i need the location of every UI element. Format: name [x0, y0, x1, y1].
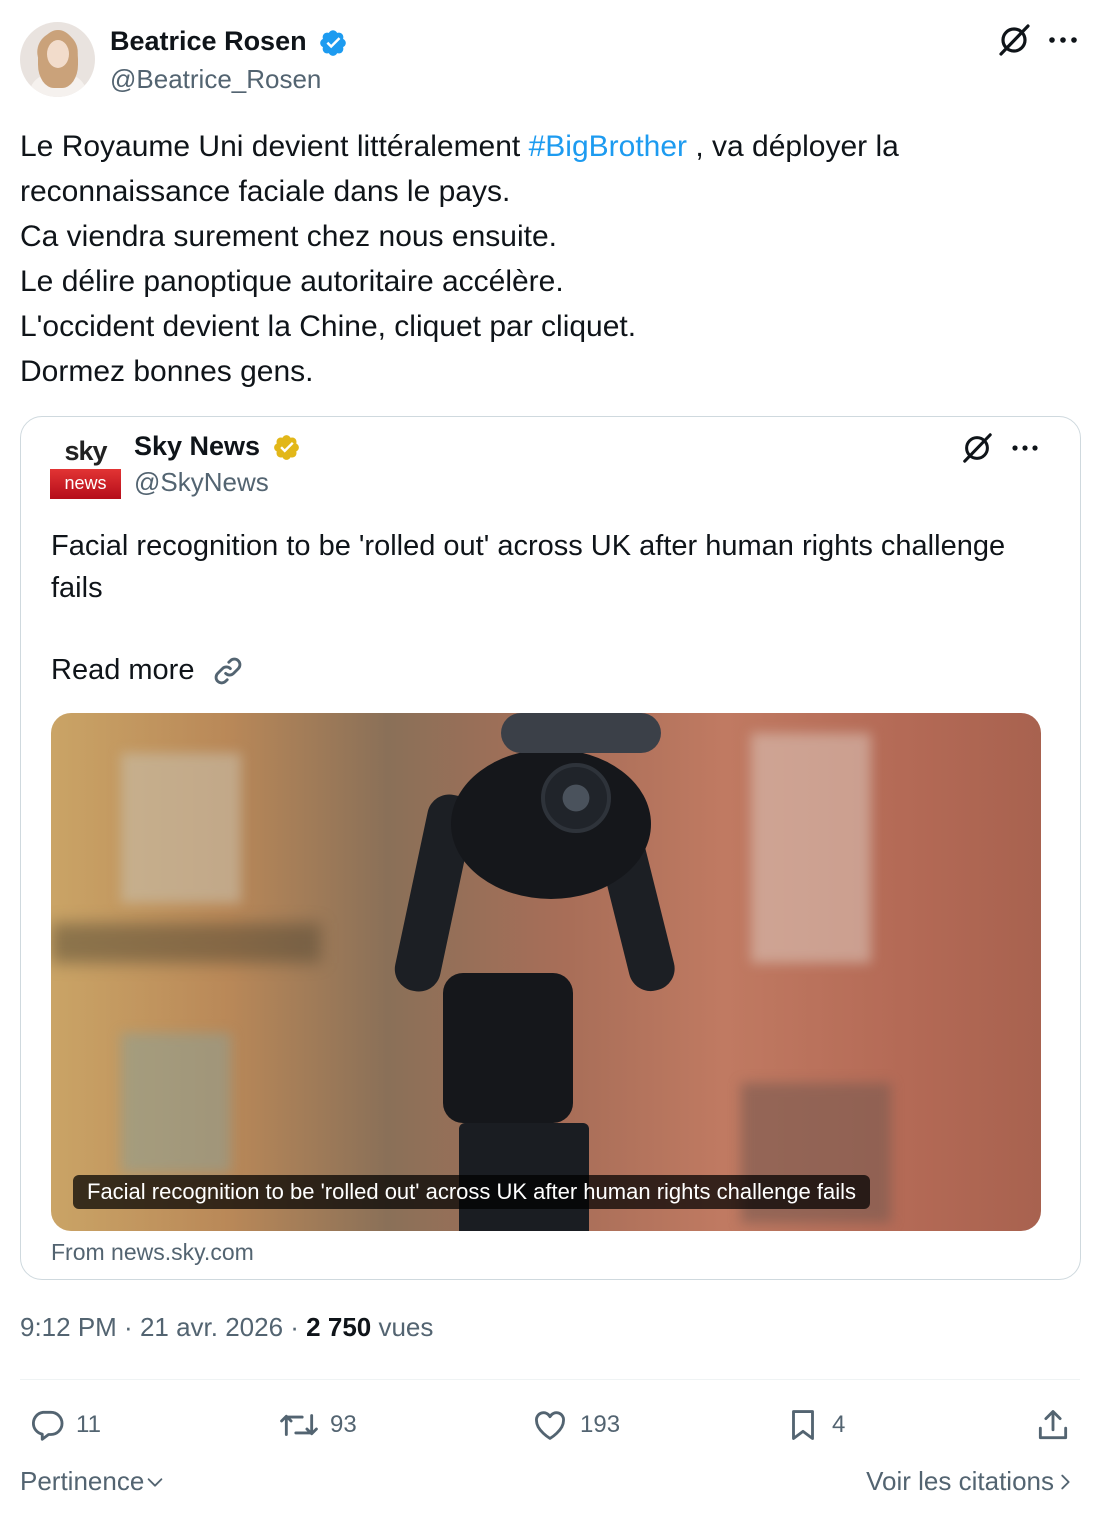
read-more-label[interactable]: Read more: [51, 654, 194, 686]
bookmark-icon: [792, 1410, 814, 1440]
bookmark-button[interactable]: 4: [784, 1400, 845, 1450]
reply-button[interactable]: 11: [28, 1400, 101, 1450]
sky-news-logo[interactable]: sky news: [50, 433, 121, 499]
gold-verified-badge-icon: [273, 435, 299, 461]
bookmark-count: 4: [832, 1411, 846, 1438]
view-quotes-link[interactable]: Voir les citations: [866, 1466, 1076, 1497]
link-source[interactable]: From news.sky.com: [51, 1239, 254, 1266]
action-bar: 11 93 193 4: [20, 1400, 1080, 1450]
tweet-time[interactable]: 9:12 PM: [20, 1312, 117, 1342]
quoted-tweet-text: Facial recognition to be 'rolled out' ac…: [51, 530, 1006, 604]
views-label: vues: [371, 1312, 434, 1342]
divider: [20, 1379, 1080, 1380]
author-handle[interactable]: @Beatrice_Rosen: [110, 64, 321, 95]
quoted-more-options-icon[interactable]: [1010, 437, 1040, 459]
chevron-right-icon: [1061, 1474, 1070, 1489]
chevron-down-icon: [147, 1477, 163, 1487]
author-avatar[interactable]: [20, 22, 95, 97]
tweet-header: Beatrice Rosen @Beatrice_Rosen: [20, 22, 1080, 102]
quoted-grok-icon[interactable]: [960, 431, 994, 465]
share-icon: [1038, 1410, 1068, 1440]
retweet-icon: [280, 1414, 318, 1436]
grok-icon[interactable]: [996, 22, 1032, 58]
image-caption: Facial recognition to be 'rolled out' ac…: [73, 1175, 871, 1209]
like-count: 193: [580, 1411, 621, 1438]
view-quotes-label[interactable]: Voir les citations: [866, 1466, 1054, 1497]
camera-lens: [541, 763, 611, 833]
read-more-link[interactable]: Read more: [51, 649, 247, 691]
sort-dropdown[interactable]: Pertinence: [20, 1466, 166, 1497]
author-name-row[interactable]: Beatrice Rosen: [110, 26, 348, 58]
tweet-text-start: Le Royaume Uni devient littéralement: [20, 130, 529, 163]
quoted-author-name[interactable]: Sky News: [134, 431, 260, 461]
views-count: 2 750: [306, 1312, 372, 1342]
camera-base: [443, 973, 573, 1123]
quoted-author-handle[interactable]: @SkyNews: [134, 467, 269, 498]
quoted-author-name-row[interactable]: Sky News: [134, 431, 301, 462]
like-button[interactable]: 193: [530, 1400, 620, 1450]
tweet-text: Le Royaume Uni devient littéralement #Bi…: [20, 124, 1080, 394]
article-image[interactable]: Facial recognition to be 'rolled out' ac…: [51, 713, 1041, 1231]
sky-logo-top: sky: [64, 436, 107, 466]
retweet-count: 93: [330, 1411, 357, 1438]
reply-icon: [31, 1410, 64, 1441]
quoted-tweet-card[interactable]: sky news Sky News @SkyNews Facial recogn…: [20, 416, 1081, 1280]
reply-count: 11: [76, 1411, 101, 1438]
hashtag-link[interactable]: #BigBrother: [529, 130, 687, 163]
sky-logo-bottom: news: [50, 469, 121, 499]
share-button[interactable]: [1034, 1400, 1082, 1450]
camera-head: [451, 749, 651, 899]
meta-separator: ·: [116, 1312, 140, 1342]
retweet-button[interactable]: 93: [278, 1400, 357, 1450]
tweet-date[interactable]: 21 avr. 2026: [140, 1312, 283, 1342]
heart-icon: [535, 1411, 565, 1440]
author-name[interactable]: Beatrice Rosen: [110, 26, 307, 56]
more-options-icon[interactable]: [1046, 28, 1080, 52]
tweet-text-rest: , va déployer la reconnaissance faciale …: [20, 130, 899, 388]
link-icon: [214, 658, 241, 685]
tweet-meta: 9:12 PM · 21 avr. 2026 · 2 750 vues: [20, 1312, 433, 1343]
verified-badge-icon: [320, 30, 346, 56]
sort-label[interactable]: Pertinence: [20, 1466, 144, 1497]
meta-separator-2: ·: [283, 1312, 307, 1342]
